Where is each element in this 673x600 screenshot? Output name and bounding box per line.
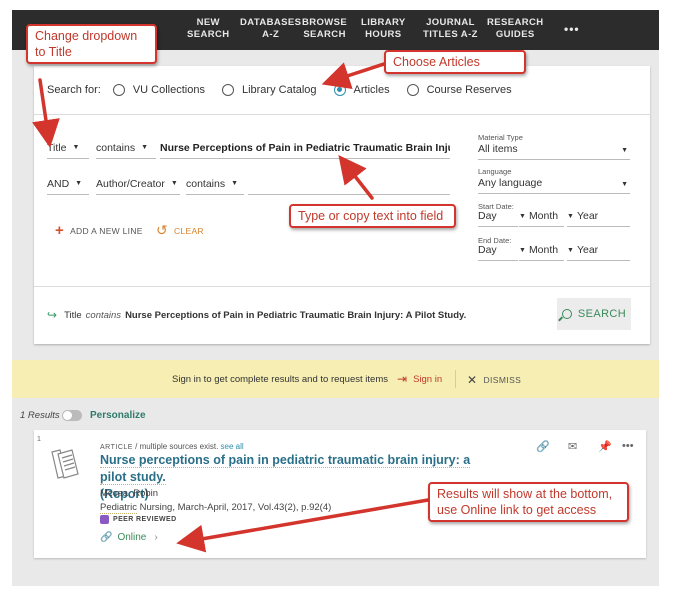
article-thumbnail-icon: [51, 449, 79, 479]
nav-library-hours[interactable]: LIBRARY HOURS: [361, 17, 406, 41]
close-icon: ✕: [467, 373, 478, 387]
field-select-row1[interactable]: Title ▼: [47, 141, 89, 159]
results-count: 1 Results: [20, 410, 60, 421]
chevron-down-icon: ▼: [519, 246, 526, 254]
annotation-change-dropdown: Change dropdown to Title: [26, 24, 157, 64]
pin-icon[interactable]: 📌: [598, 440, 612, 453]
chevron-down-icon: ▼: [75, 180, 83, 188]
result-number: 1: [37, 436, 41, 443]
search-icon: [561, 309, 572, 319]
signin-link[interactable]: ⇥ Sign in: [397, 372, 442, 386]
chevron-down-icon: ▼: [519, 212, 526, 220]
add-new-line-button[interactable]: + ADD A NEW LINE: [55, 222, 143, 239]
scope-vu-collections[interactable]: VU Collections: [112, 84, 205, 96]
bool-select-row2[interactable]: AND ▼: [47, 177, 89, 195]
undo-icon: ↺: [156, 222, 169, 238]
chevron-down-icon: ▼: [567, 212, 574, 220]
sign-in-icon: ⇥: [397, 372, 408, 386]
clear-button[interactable]: ↺ CLEAR: [156, 222, 204, 239]
chevron-down-icon: ▼: [621, 181, 628, 188]
divider: [34, 114, 650, 115]
end-month-select[interactable]: ▼ Month: [519, 244, 564, 261]
radio-icon: [221, 84, 234, 96]
nav-new-search[interactable]: NEW SEARCH: [187, 17, 230, 41]
chevron-down-icon: ▼: [231, 180, 239, 188]
result-source: Pediatric Nursing, March-April, 2017, Vo…: [100, 502, 332, 514]
scope-articles[interactable]: Articles: [333, 84, 390, 96]
chevron-down-icon: ▼: [567, 246, 574, 254]
search-button[interactable]: SEARCH: [557, 298, 631, 330]
annotation-type-text: Type or copy text into field: [289, 204, 456, 228]
result-type: ARTICLE / multiple sources exist. see al…: [100, 442, 244, 451]
plus-icon: +: [55, 222, 65, 239]
chevron-down-icon: ▼: [621, 147, 628, 154]
nav-research-guides[interactable]: RESEARCH GUIDES: [487, 17, 544, 41]
chevron-down-icon: ▼: [170, 180, 178, 188]
start-month-select[interactable]: ▼ Month: [519, 210, 564, 227]
start-year-input[interactable]: ▼ Year: [567, 210, 630, 227]
field-select-row2[interactable]: Author/Creator ▼: [96, 177, 180, 195]
annotation-results: Results will show at the bottom, use Onl…: [428, 482, 629, 522]
material-type-label: Material Type: [478, 133, 523, 142]
scope-course-reserves[interactable]: Course Reserves: [406, 84, 512, 96]
end-year-input[interactable]: ▼ Year: [567, 244, 630, 261]
radio-icon: [406, 84, 419, 96]
arrow-right-icon: ↪: [47, 308, 58, 322]
search-scope-selector: Search for: VU Collections Library Catal…: [47, 84, 529, 96]
operator-select-row2[interactable]: contains ▼: [186, 177, 244, 195]
email-icon[interactable]: ✉: [568, 440, 577, 453]
language-label: Language: [478, 167, 512, 176]
operator-select-row1[interactable]: contains ▼: [96, 141, 156, 159]
material-type-select[interactable]: All items ▼: [478, 143, 630, 160]
signin-message: Sign in to get complete results and to r…: [172, 374, 388, 385]
link-icon: 🔗: [100, 532, 113, 543]
radio-selected-icon: [333, 84, 346, 96]
link-icon[interactable]: 🔗: [536, 440, 550, 453]
personalize-toggle[interactable]: [62, 410, 82, 421]
more-actions-icon[interactable]: •••: [622, 440, 634, 452]
nav-databases-az[interactable]: DATABASES A-Z: [240, 17, 301, 41]
online-link[interactable]: 🔗 Online ›: [100, 532, 158, 543]
nav-browse-search[interactable]: BROWSE SEARCH: [302, 17, 347, 41]
result-author: Mccaa, Robin: [100, 488, 159, 499]
end-day-input[interactable]: Day: [478, 244, 518, 261]
scope-library-catalog[interactable]: Library Catalog: [221, 84, 317, 96]
peer-reviewed-icon: [100, 515, 109, 524]
query-summary: ↪ Title contains Nurse Perceptions of Pa…: [47, 308, 467, 322]
signin-bar: Sign in to get complete results and to r…: [12, 360, 659, 398]
nav-journal-titles[interactable]: JOURNAL TITLES A-Z: [423, 17, 478, 41]
chevron-down-icon: ▼: [141, 144, 149, 152]
radio-icon: [112, 84, 125, 96]
see-all-link[interactable]: see all: [221, 442, 244, 451]
chevron-down-icon: ▼: [72, 144, 80, 152]
chevron-right-icon: ›: [154, 532, 158, 543]
scope-label: Search for:: [47, 84, 101, 96]
more-menu-icon[interactable]: •••: [564, 22, 580, 36]
dismiss-button[interactable]: ✕ DISMISS: [467, 373, 521, 387]
divider: [455, 370, 456, 388]
personalize-label[interactable]: Personalize: [90, 410, 146, 421]
peer-reviewed-badge: PEER REVIEWED: [100, 515, 177, 524]
start-day-input[interactable]: Day: [478, 210, 518, 227]
query-input-row1[interactable]: Nurse Perceptions of Pain in Pediatric T…: [160, 141, 450, 159]
query-input-row2[interactable]: [248, 177, 450, 195]
language-select[interactable]: Any language ▼: [478, 177, 630, 194]
annotation-choose-articles: Choose Articles: [384, 50, 526, 74]
divider: [34, 286, 650, 287]
